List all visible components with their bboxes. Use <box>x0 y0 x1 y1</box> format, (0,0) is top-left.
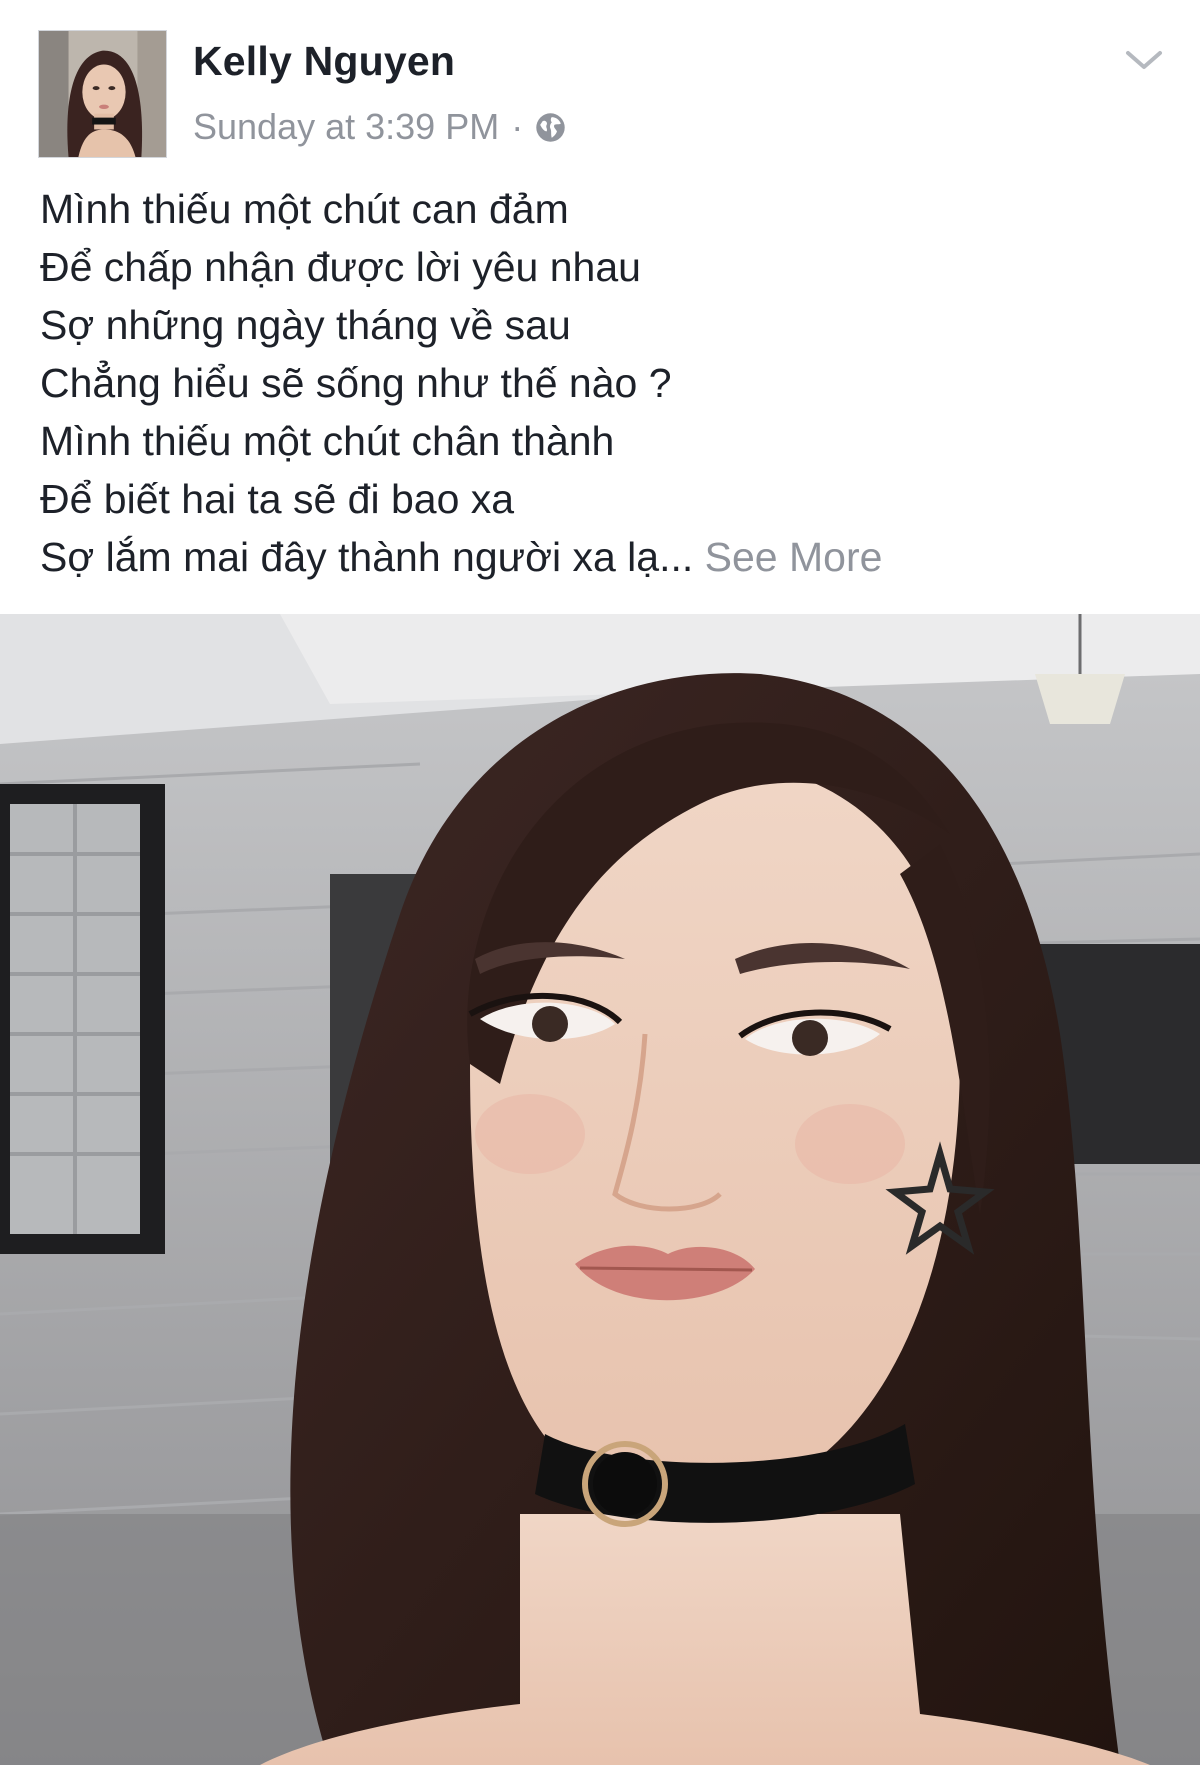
post-timestamp[interactable]: Sunday at 3:39 PM <box>193 106 499 148</box>
post-meta: Sunday at 3:39 PM · <box>193 105 566 149</box>
post-text: Mình thiếu một chút can đảm Để chấp nhận… <box>40 180 1170 586</box>
text-line: Mình thiếu một chút chân thành <box>40 418 615 464</box>
text-line-last-content: Sợ lắm mai đây thành người xa lạ... <box>40 534 694 580</box>
see-more-link[interactable]: See More <box>705 534 883 580</box>
avatar-photo <box>39 31 166 157</box>
chevron-down-icon[interactable] <box>1122 45 1166 75</box>
text-line: Chẳng hiểu sẽ sống như thế nào ? <box>40 360 672 406</box>
text-line-last: Sợ lắm mai đây thành người xa lạ... See … <box>40 528 1170 586</box>
text-line: Sợ những ngày tháng về sau <box>40 302 571 348</box>
text-line: Mình thiếu một chút can đảm <box>40 186 569 232</box>
post-header: Kelly Nguyen Sunday at 3:39 PM · <box>0 0 1200 170</box>
author-name[interactable]: Kelly Nguyen <box>193 38 455 85</box>
author-avatar[interactable] <box>38 30 167 158</box>
text-line: Để biết hai ta sẽ đi bao xa <box>40 476 515 522</box>
facebook-post: Kelly Nguyen Sunday at 3:39 PM · Mình th… <box>0 0 1200 1765</box>
post-photo[interactable] <box>0 614 1200 1765</box>
globe-icon[interactable] <box>535 112 566 143</box>
text-line: Để chấp nhận được lời yêu nhau <box>40 244 641 290</box>
selfie-photo <box>0 614 1200 1765</box>
meta-separator: · <box>511 106 524 147</box>
